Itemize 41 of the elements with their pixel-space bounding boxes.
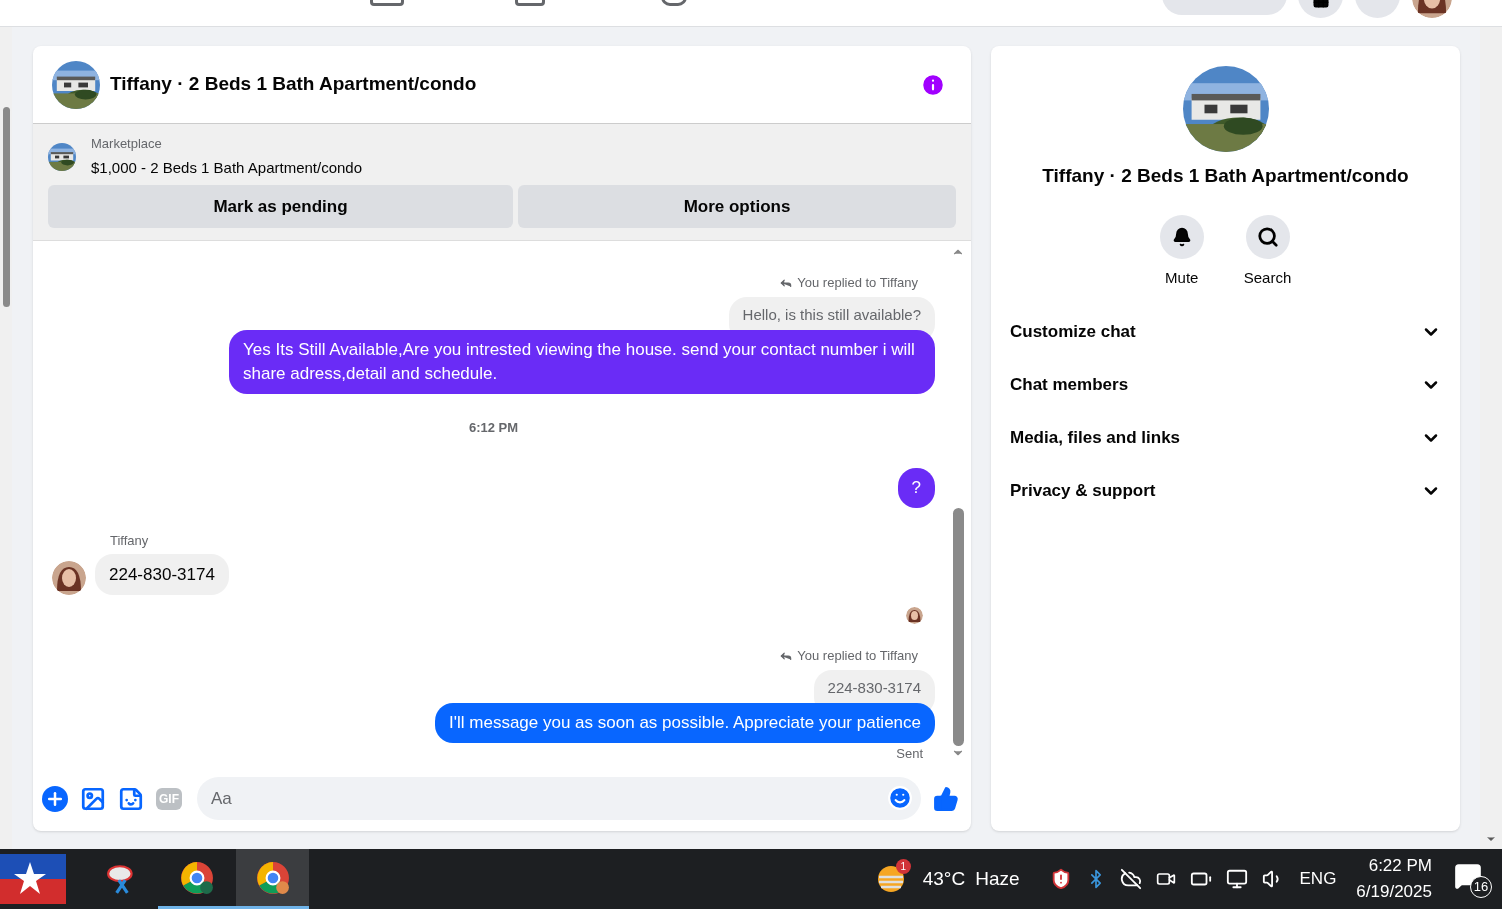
section-row[interactable]: Customize chat: [991, 305, 1460, 358]
section-row[interactable]: Privacy & support: [991, 464, 1460, 517]
sent-message: Yes Its Still Available,Are you intrested viewing the house. send your contact number i will share adress,detail and schedule.: [229, 330, 935, 394]
thumbs-up-icon[interactable]: [933, 785, 959, 812]
language-indicator[interactable]: ENG: [1299, 866, 1337, 892]
action-label: Search: [1243, 267, 1292, 288]
reply-note: You replied to Tiffany: [779, 646, 918, 666]
listing-action-button[interactable]: Mark as pending: [48, 185, 513, 228]
cloud-icon[interactable]: [1119, 868, 1142, 890]
bell-icon: [1171, 226, 1192, 247]
received-message: 224-830-3174: [95, 553, 229, 595]
sent-message: ?: [897, 467, 935, 508]
notification-count: 16: [1470, 876, 1492, 898]
sticker-icon[interactable]: [118, 785, 144, 812]
flag-icon: [0, 854, 66, 904]
scroll-thumb[interactable]: [2, 107, 10, 307]
search-icon: [1256, 225, 1279, 248]
temperature: 43°C: [922, 866, 966, 891]
section-row[interactable]: Media, files and links: [991, 411, 1460, 464]
sender-name: Tiffany: [110, 532, 149, 548]
listing-source: Marketplace: [91, 135, 163, 153]
photo-icon[interactable]: [80, 785, 106, 812]
details-title: Tiffany · 2 Beds 1 Bath Apartment/condo: [1042, 164, 1409, 188]
listing-summary: $1,000 - 2 Beds 1 Bath Apartment/condo: [91, 157, 363, 178]
delivery-status: Sent: [896, 745, 923, 763]
reply-note: You replied to Tiffany: [779, 273, 918, 293]
weather-condition: Haze: [975, 866, 1020, 891]
listing-action-button[interactable]: More options: [518, 185, 956, 228]
browser-icon[interactable]: [255, 860, 290, 895]
avatar: [52, 561, 86, 595]
avatar: [906, 607, 923, 624]
add-button[interactable]: [42, 785, 68, 812]
clock[interactable]: 6:22 PM 6/19/2025: [1356, 853, 1432, 905]
browser-icon[interactable]: [180, 860, 214, 895]
action-label: Mute: [1165, 267, 1199, 288]
message-field[interactable]: Aa: [197, 777, 921, 820]
sent-message: I'll message you as soon as possible. Appreciate your patience: [435, 703, 935, 743]
scroll-thumb[interactable]: [952, 508, 964, 746]
chat-title: Tiffany · 2 Beds 1 Bath Apartment/condo: [110, 72, 478, 97]
timestamp: 6:12 PM: [468, 419, 519, 437]
section-row[interactable]: Chat members: [991, 358, 1460, 411]
